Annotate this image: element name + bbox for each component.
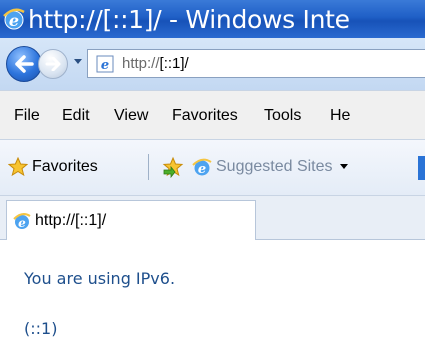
svg-text:e: e [18,216,26,230]
title-bar: e http://[::1]/ - Windows Inte [0,0,425,38]
tab-bar: e http://[::1]/ [0,196,425,240]
menu-edit[interactable]: Edit [62,107,90,125]
ip-address-text: (::1) [24,319,58,338]
tab-label: http://[::1]/ [35,211,107,229]
svg-text:e: e [9,11,19,30]
favorites-star-icon [8,157,28,177]
svg-text:e: e [198,162,206,177]
svg-text:e: e [101,58,109,73]
forward-button[interactable] [38,49,68,79]
tab-active[interactable]: e http://[::1]/ [6,200,256,240]
back-arrow-icon [15,55,34,73]
menu-help[interactable]: He [330,107,350,125]
suggested-sites-dropdown-icon [339,164,348,169]
menu-bar: File Edit View Favorites Tools He [0,90,425,140]
page-content: You are using IPv6. (::1) [0,241,425,355]
ie-page-icon: e [96,55,114,73]
address-bar[interactable]: e http://[::1]/ [87,49,425,78]
window-title: http://[::1]/ - Windows Inte [28,4,350,34]
add-to-favorites-icon[interactable] [162,156,184,178]
navigation-bar: e http://[::1]/ [0,38,425,90]
recent-pages-dropdown-icon[interactable] [73,58,83,66]
favorites-bar: Favorites e Suggested Sites [0,140,425,196]
ipv6-message: You are using IPv6. [24,269,176,288]
menu-file[interactable]: File [14,107,40,125]
suggested-sites-label: Suggested Sites [216,158,333,175]
menu-favorites[interactable]: Favorites [172,107,238,125]
ie-tab-icon: e [13,212,31,230]
address-url: http://[::1]/ [122,55,189,72]
favorites-separator [148,154,149,180]
menu-tools[interactable]: Tools [264,107,301,125]
favorites-label: Favorites [32,158,98,175]
ie-suggested-sites-icon: e [192,158,212,177]
toolbar-overflow-edge [418,156,425,180]
menu-view[interactable]: View [114,107,148,125]
suggested-sites-button[interactable]: e Suggested Sites [192,157,349,177]
back-button[interactable] [6,46,42,82]
forward-arrow-icon [45,57,61,71]
favorites-button[interactable]: Favorites [8,157,98,177]
internet-explorer-icon: e [3,8,25,30]
